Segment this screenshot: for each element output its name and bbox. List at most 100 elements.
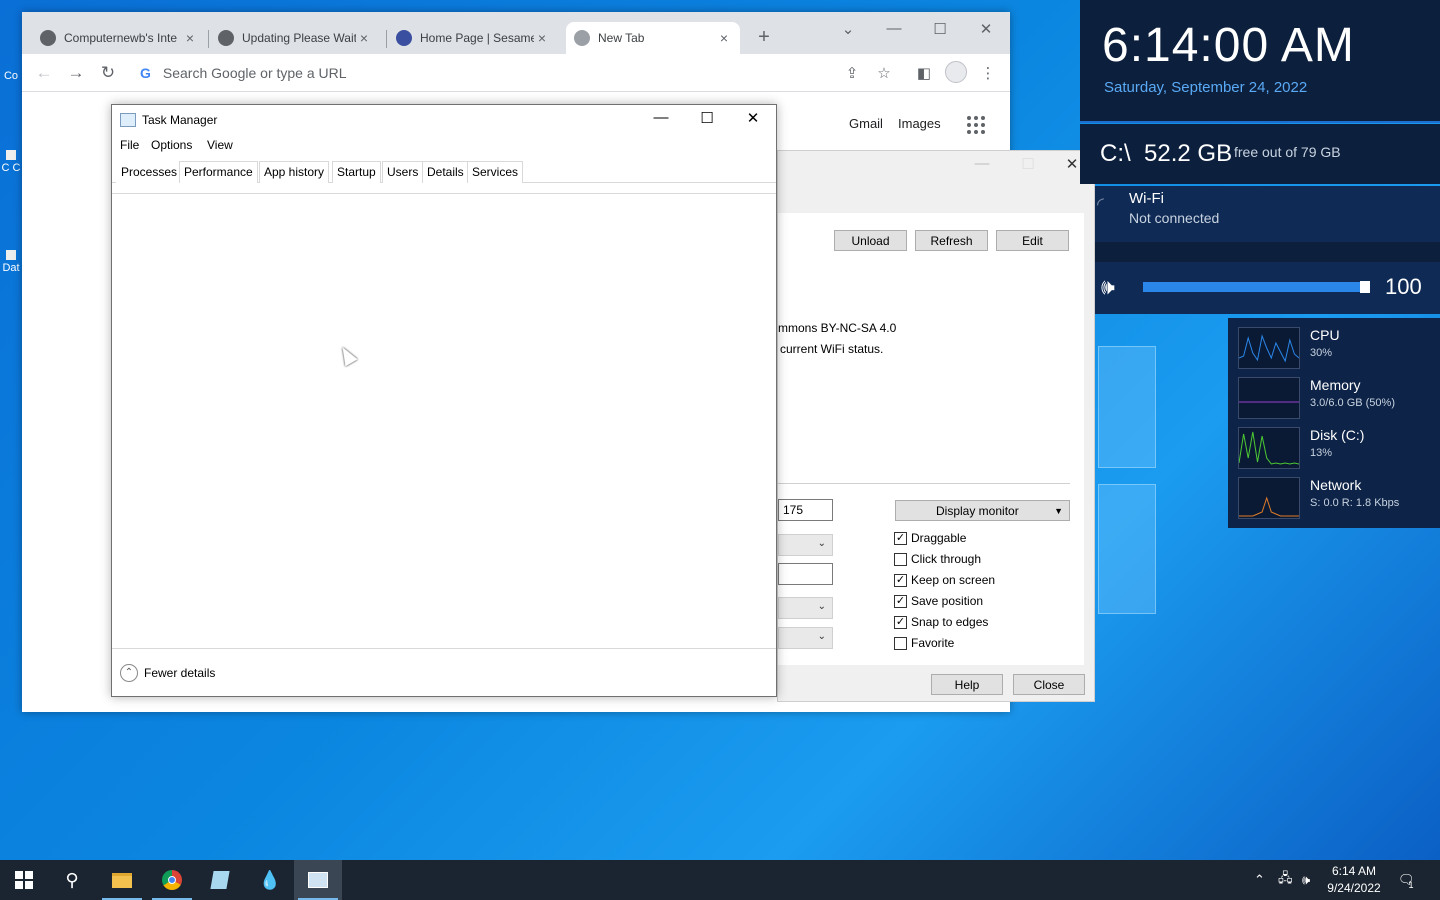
speaker-icon[interactable]: 🕪 bbox=[1101, 274, 1115, 300]
on-hover-combo[interactable]: ⌄ bbox=[778, 597, 833, 619]
minimize-button[interactable]: — bbox=[968, 155, 996, 172]
draggable-checkbox[interactable]: ✓ Draggable bbox=[894, 531, 966, 545]
desktop-icon-partial-2[interactable]: C C bbox=[0, 150, 22, 174]
menu-kebab-icon[interactable]: ⋮ bbox=[978, 64, 998, 82]
profile-avatar[interactable] bbox=[945, 61, 967, 83]
menu-file[interactable]: File bbox=[120, 138, 139, 152]
license-text: mmons BY-NC-SA 4.0 bbox=[778, 321, 897, 335]
cpu-graph bbox=[1238, 327, 1300, 369]
checkbox-label: Keep on screen bbox=[911, 573, 996, 587]
disk-graph bbox=[1238, 427, 1300, 469]
bookmark-star-icon[interactable]: ☆ bbox=[874, 64, 894, 82]
taskbar-clock[interactable]: 6:14 AM 9/24/2022 bbox=[1322, 863, 1386, 897]
menu-view[interactable]: View bbox=[207, 138, 233, 152]
perf-memory[interactable]: Memory 3.0/6.0 GB (50%) bbox=[1238, 377, 1438, 421]
google-apps-icon[interactable] bbox=[967, 116, 985, 134]
share-icon[interactable]: ⇪ bbox=[842, 64, 862, 82]
notification-count: 1 bbox=[1408, 880, 1414, 890]
maximize-button[interactable]: ☐ bbox=[926, 20, 954, 38]
chrome-tab-active[interactable]: New Tab × bbox=[566, 22, 740, 54]
desktop-icon-partial-1[interactable]: Co bbox=[0, 70, 22, 82]
checkbox-label: Snap to edges bbox=[911, 615, 989, 629]
images-link[interactable]: Images bbox=[898, 116, 941, 131]
perf-network[interactable]: Network S: 0.0 R: 1.8 Kbps bbox=[1238, 477, 1438, 521]
click-through-checkbox[interactable]: Click through bbox=[894, 552, 981, 566]
tab-services[interactable]: Services bbox=[467, 161, 524, 183]
volume-widget[interactable]: 🕪 100 bbox=[1095, 262, 1440, 314]
close-tab-icon[interactable]: × bbox=[182, 30, 198, 46]
transparency-combo[interactable]: ⌄ bbox=[778, 534, 833, 556]
position-combo[interactable]: ⌄ bbox=[778, 627, 833, 649]
tab-performance[interactable]: Performance bbox=[179, 161, 258, 183]
chrome-tab[interactable]: Updating Please Wait × bbox=[210, 22, 380, 54]
rainmeter-drop-icon[interactable]: 💧 bbox=[246, 860, 294, 900]
tab-startup[interactable]: Startup bbox=[332, 161, 381, 183]
chrome-icon[interactable] bbox=[148, 860, 196, 900]
help-button[interactable]: Help bbox=[931, 674, 1003, 695]
side-panel-icon[interactable]: ◧ bbox=[914, 64, 934, 82]
rainmeter-manage-window[interactable]: — ☐ ✕ Unload Refresh Edit mmons BY-NC-SA… bbox=[777, 150, 1095, 702]
snap-to-edges-checkbox[interactable]: ✓ Snap to edges bbox=[894, 615, 988, 629]
close-dialog-button[interactable]: Close bbox=[1013, 674, 1085, 695]
start-button[interactable] bbox=[0, 860, 48, 900]
tab-app-history[interactable]: App history bbox=[259, 161, 330, 183]
tab-details[interactable]: Details bbox=[422, 161, 469, 183]
chevron-down-icon: ⌄ bbox=[817, 601, 826, 612]
disk-widget[interactable]: C:\ 52.2 GB free out of 79 GB bbox=[1080, 124, 1440, 184]
save-position-checkbox[interactable]: ✓ Save position bbox=[894, 594, 983, 608]
volume-knob[interactable] bbox=[1360, 281, 1370, 293]
close-tab-icon[interactable]: × bbox=[534, 30, 550, 46]
close-button[interactable]: ✕ bbox=[972, 20, 1000, 38]
task-manager-titlebar[interactable]: Task Manager bbox=[112, 105, 776, 135]
maximize-button[interactable]: ☐ bbox=[1014, 155, 1042, 173]
new-tab-button[interactable]: + bbox=[750, 26, 778, 49]
refresh-button[interactable]: Refresh bbox=[915, 230, 988, 251]
mouse-cursor-icon bbox=[336, 343, 358, 367]
tab-users[interactable]: Users bbox=[382, 161, 424, 183]
processes-list-area[interactable] bbox=[112, 193, 776, 648]
desktop-icon-label: C C bbox=[1, 162, 21, 174]
forward-icon[interactable]: → bbox=[66, 63, 86, 83]
tab-search-icon[interactable]: ⌄ bbox=[834, 20, 862, 38]
minimize-button[interactable]: — bbox=[646, 109, 676, 126]
load-order-input[interactable] bbox=[778, 563, 833, 585]
favorite-checkbox[interactable]: Favorite bbox=[894, 636, 954, 650]
minimize-button[interactable]: — bbox=[880, 20, 908, 37]
reload-icon[interactable]: ↻ bbox=[98, 63, 118, 83]
search-icon[interactable]: ⚲ bbox=[48, 860, 96, 900]
notification-center-icon[interactable]: 🗨 1 bbox=[1398, 860, 1415, 900]
display-monitor-dropdown[interactable]: Display monitor ▼ bbox=[895, 500, 1070, 521]
perf-value: 30% bbox=[1310, 347, 1333, 359]
chevron-up-icon[interactable]: ⌃ bbox=[1254, 860, 1265, 900]
edit-button[interactable]: Edit bbox=[996, 230, 1069, 251]
task-manager-taskbar-icon[interactable] bbox=[294, 860, 342, 900]
tab-title: Computernewb's Inte bbox=[64, 31, 178, 45]
close-tab-icon[interactable]: × bbox=[716, 30, 732, 46]
perf-cpu[interactable]: CPU 30% bbox=[1238, 327, 1438, 371]
omnibox[interactable]: G Search Google or type a URL bbox=[130, 58, 874, 88]
volume-slider[interactable] bbox=[1143, 281, 1370, 293]
gmail-link[interactable]: Gmail bbox=[849, 116, 883, 131]
performance-widget[interactable]: CPU 30% Memory 3.0/6.0 GB (50%) Disk (C:… bbox=[1228, 318, 1440, 528]
notepad-icon[interactable] bbox=[196, 860, 244, 900]
menu-options[interactable]: Options bbox=[151, 138, 192, 152]
perf-disk[interactable]: Disk (C:) 13% bbox=[1238, 427, 1438, 471]
unload-button[interactable]: Unload bbox=[834, 230, 907, 251]
chrome-tab[interactable]: Computernewb's Inte × bbox=[32, 22, 206, 54]
desktop-icon-partial-3[interactable]: Dat bbox=[0, 250, 22, 274]
fewer-details-button[interactable]: ⌃ Fewer details bbox=[120, 664, 215, 682]
chrome-tab[interactable]: Home Page | Sesame × bbox=[388, 22, 558, 54]
back-icon[interactable]: ← bbox=[34, 63, 54, 83]
network-icon[interactable]: 🖧 bbox=[1278, 860, 1293, 900]
position-input[interactable]: 175 bbox=[778, 499, 833, 521]
wifi-widget[interactable]: ◜ Wi-Fi Not connected bbox=[1095, 186, 1440, 242]
file-explorer-icon[interactable] bbox=[98, 860, 146, 900]
maximize-button[interactable]: ☐ bbox=[692, 109, 722, 127]
keep-on-screen-checkbox[interactable]: ✓ Keep on screen bbox=[894, 573, 995, 587]
volume-tray-icon[interactable]: 🕪 bbox=[1302, 860, 1310, 900]
close-button[interactable]: ✕ bbox=[738, 109, 768, 127]
task-manager-window[interactable]: Task Manager — ☐ ✕ File Options View Pro… bbox=[111, 104, 777, 697]
close-tab-icon[interactable]: × bbox=[356, 30, 372, 46]
tab-processes[interactable]: Processes bbox=[116, 161, 183, 183]
clock-widget[interactable]: 6:14:00 AM Saturday, September 24, 2022 bbox=[1080, 0, 1440, 122]
